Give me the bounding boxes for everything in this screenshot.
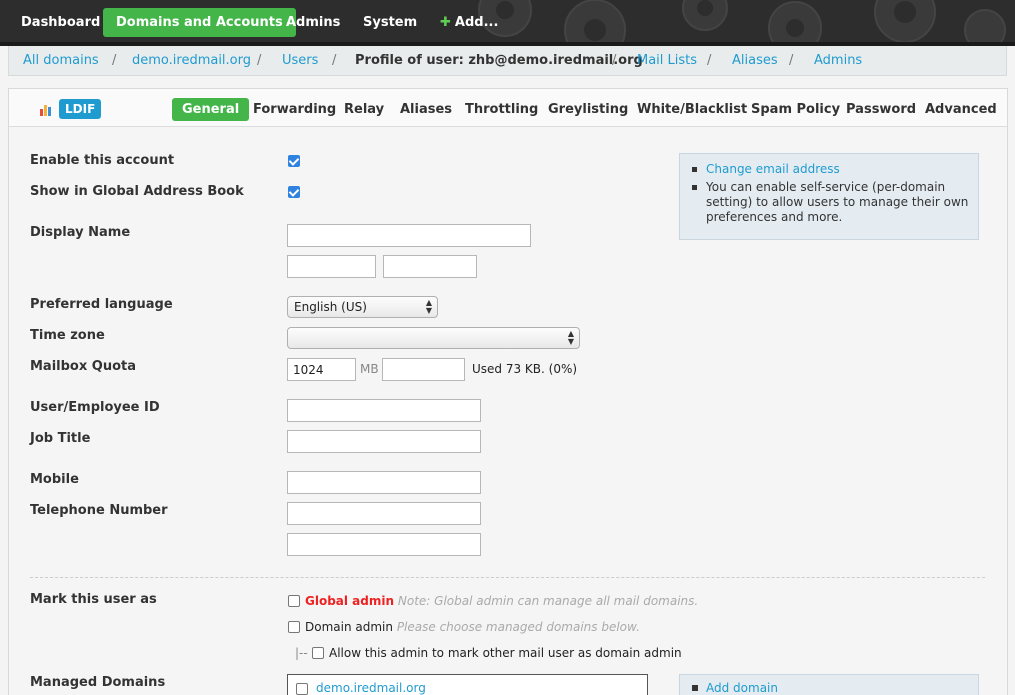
tab-throttling[interactable]: Throttling (455, 98, 548, 121)
managed-domains-label: Managed Domains (30, 675, 166, 690)
breadcrumb: All domains / demo.iredmail.org / Users … (8, 46, 1007, 76)
domain-admin-note: Please choose managed domains below. (396, 620, 640, 634)
preferred-language-label: Preferred language (30, 297, 173, 312)
tab-general[interactable]: General (172, 98, 250, 121)
self-service-text: You can enable self-service (per-domain … (706, 180, 969, 224)
nav-dashboard[interactable]: Dashboard (8, 8, 113, 37)
tab-greylisting[interactable]: Greylisting (538, 98, 638, 121)
breadcrumb-separator: / (257, 53, 262, 68)
breadcrumb-all-domains[interactable]: All domains (23, 53, 99, 68)
info-item: You can enable self-service (per-domain … (690, 180, 970, 225)
first-name-input[interactable] (287, 255, 376, 278)
global-admin-label: Global admin (305, 594, 395, 608)
nav-domains-and-accounts[interactable]: Domains and Accounts (103, 8, 296, 37)
telephone-input[interactable] (287, 502, 481, 525)
employee-id-label: User/Employee ID (30, 400, 160, 415)
mobile-label: Mobile (30, 472, 79, 487)
show-gab-checkbox[interactable] (288, 186, 300, 198)
last-name-input[interactable] (383, 255, 477, 278)
domain-admin-row: Domain admin Please choose managed domai… (305, 620, 640, 634)
nav-add[interactable]: ✚ Add... (427, 8, 511, 37)
domain-admin-label: Domain admin (305, 620, 393, 634)
telephone-input-2[interactable] (287, 533, 481, 556)
mailbox-quota-label: Mailbox Quota (30, 359, 136, 374)
mailbox-quota-input[interactable] (287, 358, 356, 381)
managed-domain-item[interactable]: demo.iredmail.org (316, 681, 426, 695)
nav-system[interactable]: System (350, 8, 430, 37)
breadcrumb-current-profile: Profile of user: zhb@demo.iredmail.org (355, 53, 643, 68)
job-title-input[interactable] (287, 430, 481, 453)
ldif-button[interactable]: LDIF (59, 99, 102, 119)
mobile-input[interactable] (287, 471, 481, 494)
employee-id-input[interactable] (287, 399, 481, 422)
user-profile-panel: LDIF General Forwarding Relay Aliases Th… (8, 88, 1008, 695)
info-box-domains: Add domain (679, 674, 979, 695)
change-email-link[interactable]: Change email address (706, 162, 840, 176)
tree-branch: |-- (295, 646, 308, 660)
tab-aliases[interactable]: Aliases (390, 98, 462, 121)
profile-tab-bar: LDIF General Forwarding Relay Aliases Th… (9, 89, 1007, 127)
plus-icon: ✚ (440, 15, 451, 30)
tab-advanced[interactable]: Advanced (915, 98, 1007, 121)
select-arrows-icon: ▲ ▼ (425, 298, 432, 315)
language-select[interactable]: English (US) ▲ ▼ (287, 296, 438, 318)
breadcrumb-aliases[interactable]: Aliases (732, 53, 778, 68)
breadcrumb-separator: / (612, 53, 617, 68)
nav-add-label: Add... (454, 15, 499, 30)
allow-mark-admin-label: Allow this admin to mark other mail user… (329, 646, 682, 660)
top-navigation: Dashboard Domains and Accounts Admins Sy… (0, 0, 1015, 42)
quota-unit: MB (360, 362, 379, 376)
time-zone-label: Time zone (30, 328, 105, 343)
info-box: Change email address You can enable self… (679, 153, 979, 240)
show-gab-label: Show in Global Address Book (30, 184, 244, 199)
breadcrumb-users[interactable]: Users (282, 53, 318, 68)
bullet (692, 685, 698, 691)
select-arrows-icon: ▲ ▼ (567, 329, 574, 346)
bar-chart-icon (40, 105, 51, 116)
breadcrumb-admins[interactable]: Admins (814, 53, 862, 68)
breadcrumb-domain[interactable]: demo.iredmail.org (132, 53, 251, 68)
breadcrumb-separator: / (707, 53, 712, 68)
gear-background-icon (478, 0, 1006, 42)
global-admin-checkbox[interactable] (288, 595, 300, 607)
enable-account-checkbox[interactable] (288, 155, 300, 167)
tab-forwarding[interactable]: Forwarding (243, 98, 346, 121)
allow-mark-admin-checkbox[interactable] (312, 647, 324, 659)
breadcrumb-separator: / (112, 53, 117, 68)
global-admin-row: Global admin Note: Global admin can mana… (305, 594, 698, 608)
display-name-input[interactable] (287, 224, 531, 247)
tab-spam-policy[interactable]: Spam Policy (741, 98, 850, 121)
quota-used-text: Used 73 KB. (0%) (472, 362, 578, 376)
tab-white-blacklist[interactable]: White/Blacklist (627, 98, 757, 121)
global-admin-note: Note: Global admin can manage all mail d… (397, 594, 699, 608)
section-divider (30, 577, 985, 578)
tab-password[interactable]: Password (836, 98, 926, 121)
quota-extra-input[interactable] (382, 358, 465, 381)
managed-domain-checkbox[interactable] (296, 683, 308, 695)
enable-account-label: Enable this account (30, 153, 175, 168)
telephone-label: Telephone Number (30, 503, 168, 518)
managed-domains-list: demo.iredmail.org (287, 674, 648, 695)
job-title-label: Job Title (30, 431, 91, 446)
breadcrumb-separator: / (789, 53, 794, 68)
add-domain-link[interactable]: Add domain (706, 681, 778, 695)
language-select-value: English (US) (294, 300, 367, 314)
display-name-label: Display Name (30, 225, 131, 240)
mark-user-label: Mark this user as (30, 592, 157, 607)
nav-admins[interactable]: Admins (273, 8, 353, 37)
breadcrumb-separator: / (332, 53, 337, 68)
domain-admin-checkbox[interactable] (288, 621, 300, 633)
time-zone-select[interactable]: ▲ ▼ (287, 327, 580, 349)
breadcrumb-mail-lists[interactable]: Mail Lists (637, 53, 697, 68)
tab-relay[interactable]: Relay (334, 98, 394, 121)
info-item: Change email address (690, 162, 970, 177)
